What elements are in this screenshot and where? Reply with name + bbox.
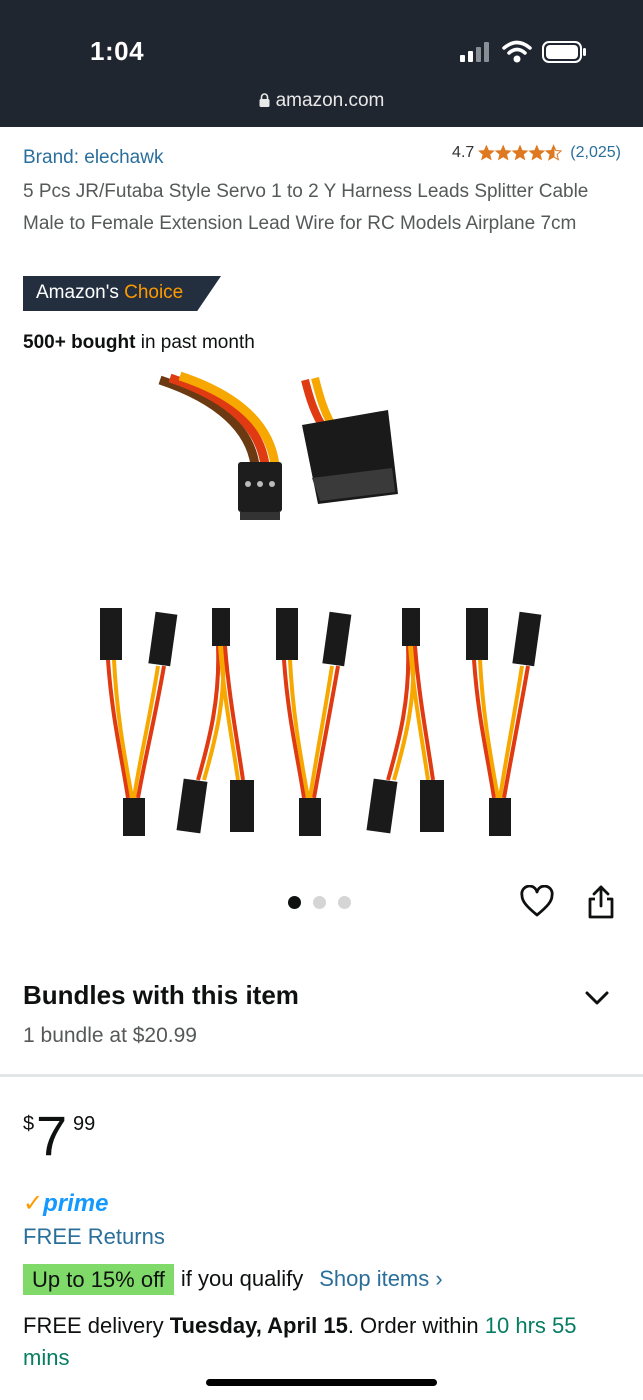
star-rating-icon bbox=[478, 144, 562, 162]
delivery-info: FREE delivery Tuesday, April 15. Order w… bbox=[23, 1310, 623, 1374]
carousel-dot[interactable] bbox=[313, 896, 326, 909]
amazons-choice-badge[interactable]: Amazon's Choice bbox=[23, 276, 221, 311]
product-image[interactable] bbox=[80, 370, 580, 850]
wifi-icon bbox=[502, 40, 532, 63]
image-carousel-dots bbox=[288, 896, 351, 909]
lock-icon bbox=[259, 93, 270, 107]
delivery-prefix: FREE delivery bbox=[23, 1313, 164, 1338]
prime-check-icon: ✓ bbox=[23, 1190, 44, 1217]
heart-icon[interactable] bbox=[520, 885, 554, 919]
status-bar: 1:04 amazon.com bbox=[0, 0, 643, 127]
url-text: amazon.com bbox=[275, 90, 385, 111]
price-whole: 7 bbox=[36, 1104, 68, 1167]
url-bar[interactable]: amazon.com bbox=[0, 90, 643, 112]
badge-prefix: Amazon's bbox=[36, 282, 119, 303]
product-title: 5 Pcs JR/Futaba Style Servo 1 to 2 Y Har… bbox=[23, 181, 589, 234]
carousel-dot[interactable] bbox=[338, 896, 351, 909]
price-symbol: $ bbox=[23, 1113, 35, 1135]
delivery-middle: . Order within bbox=[347, 1313, 479, 1338]
bought-rest: in past month bbox=[140, 332, 255, 353]
chevron-down-icon[interactable] bbox=[584, 988, 610, 1008]
offer-text: if you qualify bbox=[180, 1266, 304, 1291]
offer-row: Up to 15% off if you qualify Shop items … bbox=[23, 1263, 443, 1295]
rating-value: 4.7 bbox=[452, 144, 475, 161]
shop-items-link[interactable]: Shop items › bbox=[319, 1266, 443, 1292]
discount-badge: Up to 15% off bbox=[23, 1263, 174, 1295]
home-indicator[interactable] bbox=[206, 1379, 437, 1386]
status-time: 1:04 bbox=[90, 36, 145, 66]
free-returns-link[interactable]: FREE Returns bbox=[23, 1224, 165, 1250]
bought-count: 500+ bought in past month bbox=[23, 332, 255, 354]
cellular-signal-icon bbox=[460, 42, 489, 62]
share-icon[interactable] bbox=[586, 884, 616, 920]
brand-link[interactable]: Brand: elechawk bbox=[23, 147, 163, 169]
carousel-dot[interactable] bbox=[288, 896, 301, 909]
prime-label: prime bbox=[43, 1190, 109, 1217]
rating-count-link[interactable]: (2,025) bbox=[570, 144, 621, 162]
section-divider bbox=[0, 1074, 643, 1077]
bundles-subtitle: 1 bundle at $20.99 bbox=[23, 1024, 197, 1047]
bundles-title[interactable]: Bundles with this item bbox=[23, 980, 299, 1011]
rating-summary[interactable]: 4.7 (2,025) bbox=[452, 144, 621, 162]
badge-suffix: Choice bbox=[124, 282, 184, 303]
battery-icon bbox=[542, 41, 586, 63]
bought-bold: 500+ bought bbox=[23, 332, 136, 353]
prime-badge: ✓prime bbox=[23, 1189, 108, 1218]
delivery-date: Tuesday, April 15 bbox=[169, 1313, 348, 1338]
price-fraction: 99 bbox=[73, 1113, 96, 1135]
